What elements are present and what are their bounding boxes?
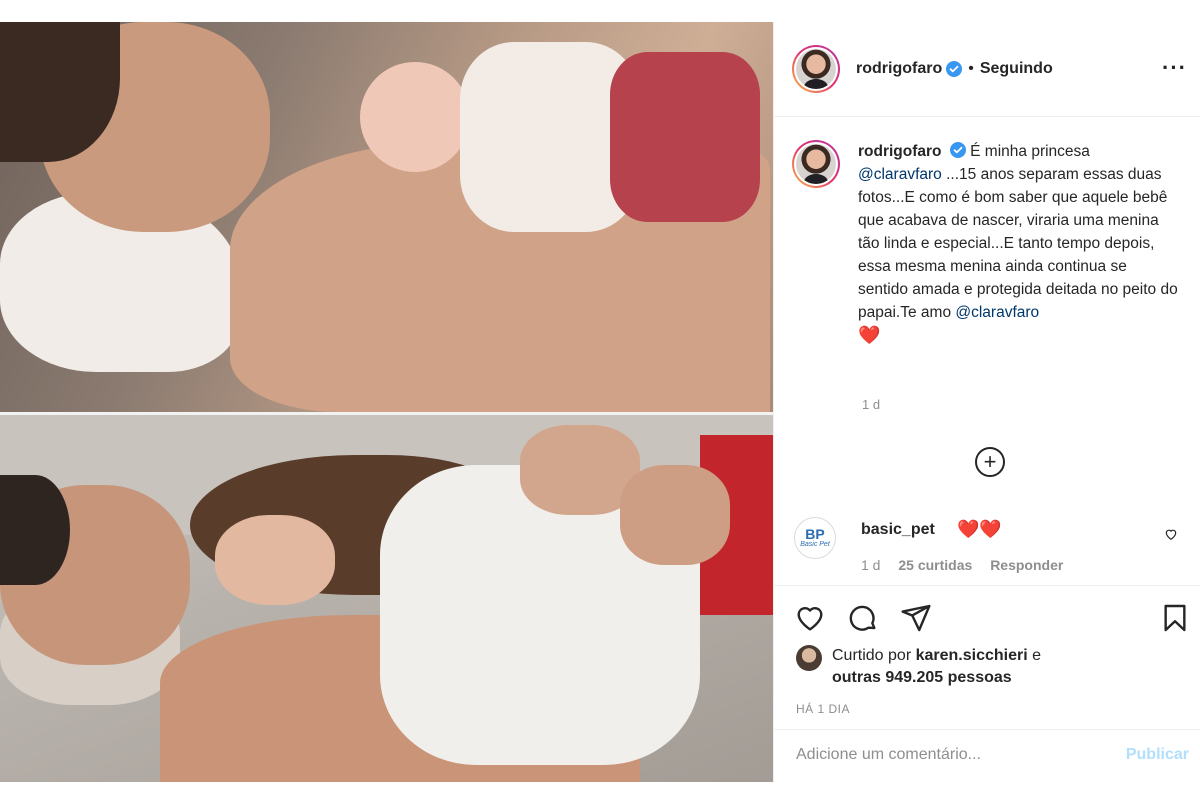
likes-count[interactable]: outras 949.205 pessoas [832,669,1012,686]
share-send-icon[interactable] [900,602,932,634]
comment-bubble-icon[interactable] [847,602,879,634]
caption-mention-2[interactable]: @claravfaro [955,304,1039,321]
comment-body: ❤️❤️ [957,519,1002,539]
post-actions [774,585,1200,645]
caption-text-part-2: ...15 anos separam essas duas fotos...E … [858,166,1178,321]
post-photo[interactable] [0,22,773,782]
comment-input[interactable] [796,746,1096,764]
load-more-comments-icon[interactable]: + [975,447,1005,477]
comment-reply-button[interactable]: Responder [990,557,1063,573]
comment-avatar[interactable]: BP Basic Pet [794,517,836,559]
photo-father-with-daughter [0,415,773,782]
baby-head-shape [360,62,470,172]
post-age: HÁ 1 DIA [796,702,851,716]
verified-badge-icon [946,61,963,77]
comment-likes[interactable]: 25 curtidas [898,557,972,573]
post-side-panel: rodrigofaro • Seguindo ··· rodrigofaro É… [773,22,1200,782]
photo-father-with-newborn [0,22,773,412]
caption-author[interactable]: rodrigofaro [858,143,942,160]
liker-avatar[interactable] [796,645,822,671]
comment-item: BP Basic Pet basic_pet ❤️❤️ 1 d 25 curti… [794,517,1194,587]
header-separator: • [968,60,974,77]
like-heart-icon[interactable] [794,602,826,634]
caption-verified-icon [949,142,966,158]
post-caption: rodrigofaro É minha princesa @claravfaro… [792,140,1192,348]
hand-shape-2 [620,465,730,565]
add-comment-bar: Publicar [774,729,1200,782]
liker-username[interactable]: karen.sicchieri [916,647,1028,664]
caption-mention-1[interactable]: @claravfaro [858,166,942,183]
author-username[interactable]: rodrigofaro [856,60,942,78]
likes-prefix: Curtido por [832,647,912,664]
likes-connector: e [1032,647,1042,664]
father-hair-shape [0,475,70,585]
comment-time: 1 d [861,557,881,573]
heart-emoji: ❤️ [858,325,881,345]
post-header: rodrigofaro • Seguindo ··· [774,22,1200,117]
author-avatar[interactable] [792,45,840,93]
daughter-face-shape [215,515,335,605]
caption-avatar-photo [796,144,836,184]
caption-time: 1 d [862,397,881,412]
commenter-logo-text: Basic Pet [800,541,830,548]
more-options-icon[interactable]: ··· [1162,57,1187,79]
commenter-logo-mark: BP [805,526,825,542]
save-bookmark-icon[interactable] [1159,602,1191,634]
comment-like-heart-icon[interactable] [1164,527,1178,546]
baby-red-clothes-shape [610,52,760,222]
comment-username[interactable]: basic_pet [861,521,935,539]
likes-summary: Curtido por karen.sicchieri e outras 949… [796,645,1196,689]
likes-text: Curtido por karen.sicchieri e outras 949… [832,645,1041,689]
caption-author-avatar[interactable] [792,140,840,188]
caption-text-part-1: É minha princesa [970,143,1090,160]
caption-text: rodrigofaro É minha princesa @claravfaro… [858,140,1178,348]
author-avatar-photo [796,49,836,89]
publish-button[interactable]: Publicar [1126,746,1189,764]
follow-status-button[interactable]: Seguindo [980,60,1053,78]
comment-meta: 1 d 25 curtidas Responder [861,557,1077,573]
